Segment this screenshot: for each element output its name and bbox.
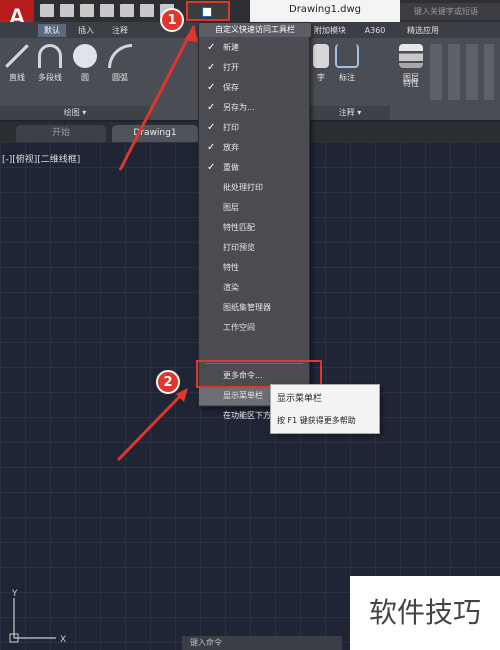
checkmark-icon: ✓ xyxy=(207,62,216,73)
step-badge-1: 1 xyxy=(160,8,184,32)
tooltip-title: 显示菜单栏 xyxy=(277,394,323,404)
menu-item-10[interactable]: 打印预览 xyxy=(199,239,309,257)
menu-item-label: 打印预览 xyxy=(223,243,255,252)
menu-item-label: 另存为... xyxy=(223,103,255,112)
menu-item-3[interactable]: ✓ 另存为... xyxy=(199,99,309,117)
ucs-x-label: X xyxy=(60,635,66,645)
checkmark-icon: ✓ xyxy=(207,42,216,53)
menu-item-9[interactable]: 特性匹配 xyxy=(199,219,309,237)
menu-item-8[interactable]: 图层 xyxy=(199,199,309,217)
menu-item-label: 打印 xyxy=(223,123,239,132)
menu-item-5[interactable]: ✓ 放弃 xyxy=(199,139,309,157)
tab-featured-apps[interactable]: 精选应用 xyxy=(398,24,448,37)
menu-item-0[interactable]: ✓ 新建 xyxy=(199,39,309,57)
line-icon xyxy=(5,44,29,68)
tab-addins[interactable]: 附加模块 xyxy=(310,24,350,37)
panel-annotate-label[interactable]: 注释 ▾ xyxy=(310,106,390,120)
dimension-tool[interactable]: 标注 xyxy=(334,44,360,83)
menu-item-4[interactable]: ✓ 打印 xyxy=(199,119,309,137)
command-line[interactable]: 键入命令 xyxy=(182,636,342,650)
menu-item-label: 新建 xyxy=(223,43,239,52)
tab-annotate[interactable]: 注释 xyxy=(106,24,134,37)
customize-quick-access-menu: 自定义快速访问工具栏 ✓ 新建 ✓ 打开 ✓ 保存 ✓ 另存为... ✓ 打印 ✓ 放弃 ✓ 重做批处理打… xyxy=(198,22,311,420)
document-title: Drawing1.dwg xyxy=(250,0,400,22)
open-icon[interactable] xyxy=(60,4,74,17)
dimension-icon xyxy=(335,44,359,68)
menu-item-label: 图纸集管理器 xyxy=(223,303,271,312)
circle-tool[interactable]: 圆 xyxy=(72,44,98,83)
line-tool[interactable]: 直线 xyxy=(4,44,30,83)
menu-item-14[interactable]: 工作空间 xyxy=(199,319,309,337)
ucs-y-label: Y xyxy=(11,589,18,599)
tooltip-help: 按 F1 键获得更多帮助 xyxy=(277,416,356,425)
checkmark-icon: ✓ xyxy=(207,82,216,93)
panel-draw-label[interactable]: 绘图 ▾ xyxy=(0,106,150,120)
checkmark-icon: ✓ xyxy=(207,162,216,173)
ucs-icon: Y X xyxy=(9,589,66,645)
menu-item-1[interactable]: ✓ 打开 xyxy=(199,59,309,77)
save-as-icon[interactable] xyxy=(100,4,114,17)
menu-item-label: 保存 xyxy=(223,83,239,92)
menu-item-11[interactable]: 特性 xyxy=(199,259,309,277)
tab-insert[interactable]: 插入 xyxy=(72,24,100,37)
print-icon[interactable] xyxy=(120,4,134,17)
menu-item-label: 显示菜单栏 xyxy=(223,391,263,400)
arc-icon xyxy=(108,44,132,68)
menu-item-13[interactable]: 图纸集管理器 xyxy=(199,299,309,317)
menu-item-label: 特性 xyxy=(223,263,239,272)
menu-item-label: 特性匹配 xyxy=(223,223,255,232)
layers-icon xyxy=(399,44,423,68)
viewport-controls[interactable]: [-][俯视][二维线框] xyxy=(2,152,80,165)
checkmark-icon: ✓ xyxy=(207,102,216,113)
tab-start[interactable]: 开始 xyxy=(16,125,106,142)
menu-item-label: 重做 xyxy=(223,163,239,172)
menu-item-label: 放弃 xyxy=(223,143,239,152)
text-icon xyxy=(313,44,329,68)
menu-item-label: 批处理打印 xyxy=(223,183,263,192)
chevron-down-icon xyxy=(202,7,212,17)
checkmark-icon: ✓ xyxy=(207,122,216,133)
step-badge-2: 2 xyxy=(156,370,180,394)
undo-icon[interactable] xyxy=(140,4,154,17)
tooltip: 显示菜单栏 按 F1 键获得更多帮助 xyxy=(270,384,380,434)
menu-item-12[interactable]: 渲染 xyxy=(199,279,309,297)
menu-item-label: 渲染 xyxy=(223,283,239,292)
text-tool[interactable]: 字 xyxy=(312,44,330,83)
menu-item-6[interactable]: ✓ 重做 xyxy=(199,159,309,177)
tab-a360[interactable]: A360 xyxy=(360,24,390,37)
checkmark-icon: ✓ xyxy=(207,142,216,153)
autocad-window: { "app": {"logo_letter": "A", "doc_title… xyxy=(0,0,500,650)
watermark: 软件技巧 xyxy=(350,576,500,650)
circle-icon xyxy=(73,44,97,68)
arc-tool[interactable]: 圆弧 xyxy=(106,44,134,83)
new-icon[interactable] xyxy=(40,4,54,17)
search-input[interactable]: 键入关键字或短语 xyxy=(400,3,500,20)
menu-item-7[interactable]: 批处理打印 xyxy=(199,179,309,197)
properties-tool[interactable]: 特性 xyxy=(398,78,424,89)
layer-tools-cluster[interactable] xyxy=(430,44,494,100)
polyline-tool[interactable]: 多段线 xyxy=(32,44,68,83)
tab-drawing1[interactable]: Drawing1 xyxy=(112,125,198,142)
customize-quick-access-dropdown[interactable] xyxy=(186,1,230,21)
save-icon[interactable] xyxy=(80,4,94,17)
polyline-icon xyxy=(38,44,62,68)
menu-item-label: 打开 xyxy=(223,63,239,72)
menu-item-label: 图层 xyxy=(223,203,239,212)
menu-item-label: 工作空间 xyxy=(223,323,255,332)
menu-item-2[interactable]: ✓ 保存 xyxy=(199,79,309,97)
menu-title: 自定义快速访问工具栏 xyxy=(199,23,311,37)
tab-home[interactable]: 默认 xyxy=(38,24,66,37)
